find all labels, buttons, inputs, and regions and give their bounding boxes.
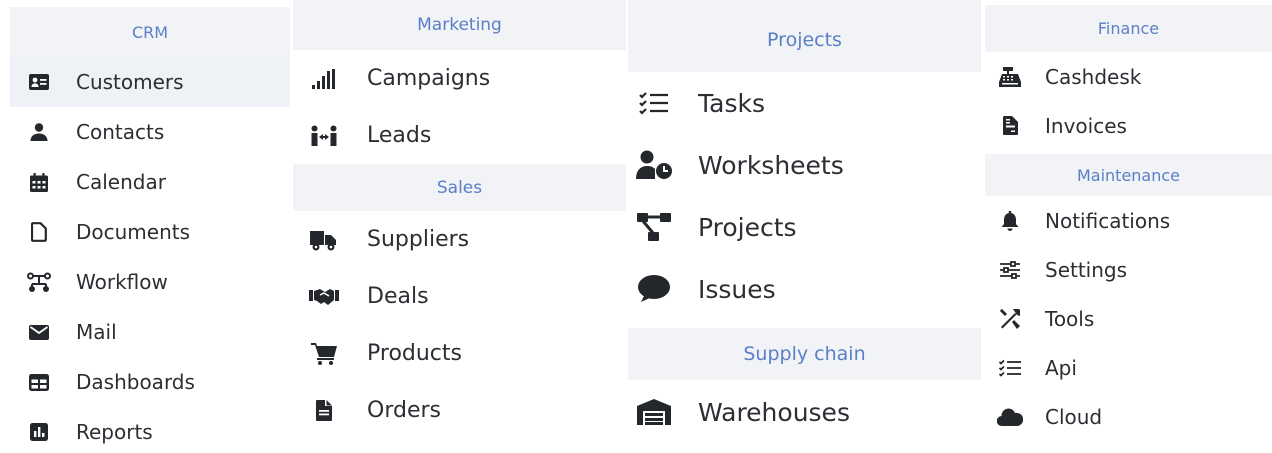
menu-item-dashboards[interactable]: Dashboards: [10, 357, 290, 407]
menu-item-tasks[interactable]: Tasks: [628, 72, 981, 134]
section-header-supply-chain: Supply chain: [628, 328, 981, 380]
menu-item-label: Api: [1045, 355, 1077, 380]
menu-item-label: Deals: [367, 284, 429, 309]
menu-item-label: Issues: [698, 274, 776, 304]
menu-item-suppliers[interactable]: Suppliers: [293, 211, 626, 268]
section-header-crm: CRM: [10, 7, 290, 57]
menu-item-label: Settings: [1045, 257, 1128, 282]
menu-item-tools[interactable]: Tools: [985, 294, 1272, 343]
menu-item-cashdesk[interactable]: Cashdesk: [985, 52, 1272, 101]
file-icon: [309, 400, 339, 421]
menu-item-documents[interactable]: Documents: [10, 207, 290, 257]
menu-item-label: Mail: [76, 320, 117, 344]
menu-item-worksheets[interactable]: Worksheets: [628, 134, 981, 196]
menu-item-issues[interactable]: Issues: [628, 258, 981, 320]
menu-item-cloud[interactable]: Cloud: [985, 392, 1272, 441]
menu-item-reports[interactable]: Reports: [10, 407, 290, 453]
chart-report-icon: [26, 423, 52, 441]
document-icon: [26, 222, 52, 242]
menu-item-label: Contacts: [76, 120, 165, 144]
signal-bars-icon: [309, 68, 339, 89]
menu-item-label: Campaigns: [367, 66, 491, 91]
menu-item-api[interactable]: Api: [985, 343, 1272, 392]
menu-item-invoices[interactable]: Invoices: [985, 101, 1272, 150]
menu-item-label: Orders: [367, 398, 441, 423]
cart-icon: [309, 342, 339, 365]
section-title: CRM: [131, 22, 169, 42]
section-header-marketing: Marketing: [293, 0, 626, 50]
checklist-icon: [636, 91, 672, 115]
menu-item-workflow[interactable]: Workflow: [10, 257, 290, 307]
people-arrows-icon: [309, 125, 339, 147]
comment-icon: [636, 275, 672, 303]
dashboard-icon: [26, 373, 52, 391]
menu-item-products[interactable]: Products: [293, 325, 626, 382]
menu-item-label: Workflow: [76, 270, 168, 294]
menu-item-label: Cashdesk: [1045, 64, 1142, 89]
section-header-sales: Sales: [293, 164, 626, 211]
projects-supply-menu: Projects Tasks Worksheets Projects Issue…: [628, 0, 981, 444]
menu-item-deals[interactable]: Deals: [293, 268, 626, 325]
marketing-sales-menu: Marketing Campaigns Leads Sales Supplier…: [293, 0, 626, 439]
section-title: Finance: [1097, 19, 1160, 38]
sliders-icon: [997, 260, 1023, 279]
invoice-icon: [997, 116, 1023, 135]
menu-item-label: Cloud: [1045, 404, 1103, 429]
warehouse-icon: [636, 399, 672, 425]
section-title: Projects: [767, 29, 842, 51]
menu-item-label: Worksheets: [698, 150, 844, 180]
section-header-maintenance: Maintenance: [985, 154, 1272, 196]
checklist-icon: [997, 359, 1023, 377]
menu-item-label: Suppliers: [367, 227, 470, 252]
finance-maintenance-menu: Finance Cashdesk Invoices Maintenance No…: [985, 0, 1272, 441]
menu-item-leads[interactable]: Leads: [293, 107, 626, 164]
calendar-icon: [26, 172, 52, 192]
cloud-icon: [997, 408, 1023, 426]
id-card-icon: [26, 74, 52, 90]
menu-item-label: Calendar: [76, 170, 166, 194]
menu-item-label: Warehouses: [698, 397, 850, 427]
user-icon: [26, 123, 52, 141]
section-title: Maintenance: [1076, 165, 1181, 185]
envelope-icon: [26, 324, 52, 340]
truck-icon: [309, 229, 339, 251]
menu-item-label: Invoices: [1045, 113, 1127, 138]
menu-item-label: Customers: [76, 70, 184, 94]
menu-item-label: Dashboards: [76, 370, 195, 394]
project-diagram-icon: [636, 213, 672, 241]
menu-item-label: Tasks: [698, 88, 765, 118]
menu-item-warehouses[interactable]: Warehouses: [628, 380, 981, 444]
menu-item-campaigns[interactable]: Campaigns: [293, 50, 626, 107]
menu-item-label: Projects: [698, 212, 797, 242]
menu-item-label: Leads: [367, 123, 432, 148]
menu-item-label: Products: [367, 341, 462, 366]
section-title: Supply chain: [743, 343, 866, 365]
user-clock-icon: [636, 150, 672, 180]
menu-item-label: Tools: [1045, 306, 1095, 331]
workflow-icon: [26, 272, 52, 292]
crm-menu: CRM Customers Contacts Calendar Document…: [10, 0, 290, 453]
menu-item-settings[interactable]: Settings: [985, 245, 1272, 294]
menu-item-customers[interactable]: Customers: [10, 57, 290, 107]
handshake-icon: [309, 288, 339, 306]
menu-item-notifications[interactable]: Notifications: [985, 196, 1272, 245]
menu-item-label: Documents: [76, 220, 191, 244]
section-header-projects: Projects: [628, 0, 981, 72]
menu-item-label: Reports: [76, 420, 153, 444]
cash-register-icon: [997, 66, 1023, 87]
bell-icon: [997, 210, 1023, 231]
menu-item-calendar[interactable]: Calendar: [10, 157, 290, 207]
section-title: Marketing: [417, 15, 502, 35]
menu-item-orders[interactable]: Orders: [293, 382, 626, 439]
tools-icon: [997, 308, 1023, 330]
menu-item-label: Notifications: [1045, 208, 1171, 233]
section-header-finance: Finance: [985, 5, 1272, 52]
menu-item-mail[interactable]: Mail: [10, 307, 290, 357]
menu-item-contacts[interactable]: Contacts: [10, 107, 290, 157]
menu-item-projects[interactable]: Projects: [628, 196, 981, 258]
section-title: Sales: [436, 177, 483, 198]
